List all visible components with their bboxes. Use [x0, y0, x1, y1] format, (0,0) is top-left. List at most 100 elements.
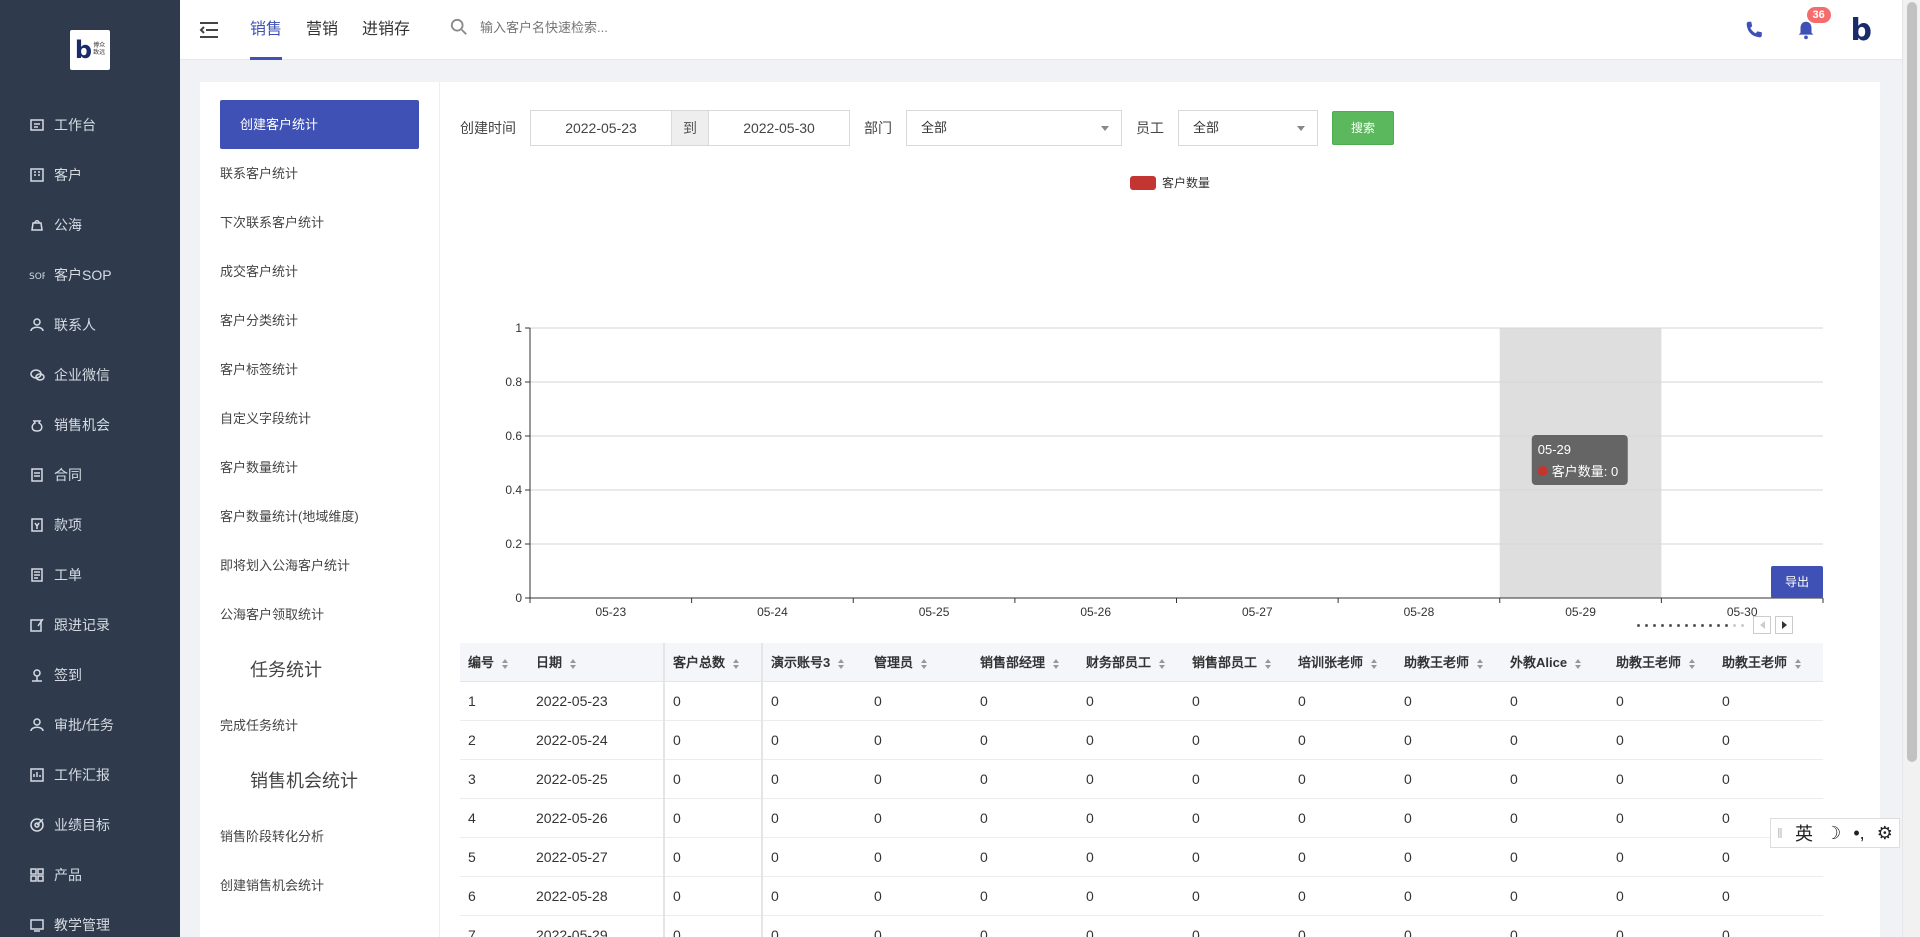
column-header[interactable]: 培训张老师	[1290, 643, 1396, 682]
subnav-item-3[interactable]: 下次联系客户统计	[200, 198, 439, 247]
customer-count-chart[interactable]: 0 0.2 0.4 0.6 0.8 1 05-23 05-24 05-25 05-26 05-27 0…	[460, 182, 1860, 642]
main-panel: 创建客户统计 联系客户统计 下次联系客户统计 成交客户统计 客户分类统计 客户标签统计 自定…	[200, 82, 1880, 937]
page-scrollbar[interactable]	[1902, 0, 1920, 937]
sort-icon[interactable]	[1371, 658, 1378, 669]
column-header[interactable]: 销售部经理	[972, 643, 1078, 682]
dept-select[interactable]: 全部	[906, 110, 1122, 146]
sort-icon[interactable]	[1159, 658, 1166, 669]
subnav-item-2[interactable]: 联系客户统计	[200, 149, 439, 198]
sidebar-item-9[interactable]: 款项	[0, 500, 180, 550]
scrollbar-thumb[interactable]	[1907, 2, 1917, 762]
moon-icon[interactable]: ☽	[1825, 823, 1841, 844]
table-cell: 0	[762, 720, 866, 760]
column-header[interactable]: 演示账号3	[762, 643, 866, 682]
column-header[interactable]: 销售部员工	[1184, 643, 1290, 682]
user-avatar[interactable]: b	[1851, 13, 1872, 48]
sidebar-item-2[interactable]: 客户	[0, 150, 180, 200]
tab-sales[interactable]: 销售	[250, 0, 283, 60]
sidebar-item-12[interactable]: 签到	[0, 650, 180, 700]
column-header[interactable]: 助教王老师	[1714, 643, 1823, 682]
sort-icon[interactable]	[1477, 658, 1484, 669]
table-cell: 0	[1714, 681, 1823, 721]
table-cell: 0	[972, 915, 1078, 937]
phone-icon[interactable]	[1743, 19, 1765, 41]
sidebar-item-15[interactable]: 业绩目标	[0, 800, 180, 850]
sidebar-item-6[interactable]: 企业微信	[0, 350, 180, 400]
notification-button[interactable]: 36	[1795, 7, 1831, 41]
column-header[interactable]: 财务部员工	[1078, 643, 1184, 682]
sidebar-item-4[interactable]: SOP 客户SOP	[0, 250, 180, 300]
column-header[interactable]: 助教王老师	[1396, 643, 1502, 682]
sidebar-item-7[interactable]: 销售机会	[0, 400, 180, 450]
sort-icon[interactable]	[1795, 658, 1802, 669]
column-header[interactable]: 外教Alice	[1502, 643, 1608, 682]
customer-search-input[interactable]	[480, 19, 740, 35]
scroll-dot	[1685, 623, 1688, 627]
sort-icon[interactable]	[921, 658, 928, 669]
sort-icon[interactable]	[838, 658, 845, 669]
subnav-group-sales: 销售机会统计	[250, 771, 358, 791]
column-header-label: 财务部员工	[1086, 655, 1152, 671]
column-header[interactable]: 日期	[528, 643, 665, 682]
subnav-item-4[interactable]: 成交客户统计	[200, 247, 439, 296]
column-header[interactable]: 助教王老师	[1608, 643, 1714, 682]
y-tick-label: 0.8	[505, 375, 522, 389]
sidebar-item-8[interactable]: 合同	[0, 450, 180, 500]
date-to-input[interactable]: 2022-05-30	[709, 111, 849, 145]
sidebar-item-16[interactable]: 产品	[0, 850, 180, 900]
tab-marketing[interactable]: 营销	[306, 0, 338, 60]
chevron-right-icon	[1781, 621, 1787, 629]
subnav-sales-item-1[interactable]: 销售阶段转化分析	[200, 812, 439, 861]
sort-icon[interactable]	[1689, 658, 1696, 669]
export-button[interactable]: 导出	[1771, 566, 1823, 598]
sort-icon[interactable]	[1053, 658, 1060, 669]
subnav-item-6[interactable]: 客户标签统计	[200, 345, 439, 394]
subnav-item-9[interactable]: 客户数量统计(地域维度)	[200, 492, 439, 541]
subnav-item-11[interactable]: 公海客户领取统计	[200, 590, 439, 639]
gear-icon[interactable]: ⚙	[1877, 823, 1893, 844]
table-cell: 0	[1608, 915, 1714, 937]
subnav-item-10[interactable]: 即将划入公海客户统计	[200, 541, 439, 590]
staff-select[interactable]: 全部	[1178, 110, 1318, 146]
sidebar-item-11[interactable]: 跟进记录	[0, 600, 180, 650]
sidebar-item-label: 产品	[54, 867, 82, 883]
subnav-item-8[interactable]: 客户数量统计	[200, 443, 439, 492]
subnav-item-5[interactable]: 客户分类统计	[200, 296, 439, 345]
column-header[interactable]: 编号	[460, 643, 528, 682]
date-from-input[interactable]: 2022-05-23	[531, 111, 671, 145]
sort-icon[interactable]	[1265, 658, 1272, 669]
subnav-sales-item-2[interactable]: 创建销售机会统计	[200, 861, 439, 910]
sidebar-item-label: 审批/任务	[54, 717, 114, 733]
table-cell: 0	[1184, 681, 1290, 721]
sort-icon[interactable]	[570, 658, 577, 669]
sidebar-item-10[interactable]: 工单	[0, 550, 180, 600]
tab-inventory[interactable]: 进销存	[362, 0, 410, 60]
sidebar-item-1[interactable]: 工作台	[0, 100, 180, 150]
subnav-task-item-1[interactable]: 完成任务统计	[200, 701, 439, 750]
sidebar-item-3[interactable]: 公海	[0, 200, 180, 250]
sidebar-item-14[interactable]: 工作汇报	[0, 750, 180, 800]
x-tick-label: 05-23	[595, 605, 626, 619]
scroll-right-button[interactable]	[1775, 616, 1793, 634]
menu-collapse-icon[interactable]	[198, 20, 220, 40]
staff-select-value: 全部	[1193, 120, 1220, 135]
punctuation-icon[interactable]: •,	[1853, 823, 1864, 844]
sidebar-item-17[interactable]: 教学管理	[0, 900, 180, 937]
sidebar-item-5[interactable]: 联系人	[0, 300, 180, 350]
scroll-left-button[interactable]	[1753, 616, 1771, 634]
y-tick-label: 0	[515, 591, 522, 605]
app-logo[interactable]: b 博众 致远	[70, 30, 110, 70]
ime-drag-handle[interactable]: ‖	[1777, 825, 1783, 841]
subnav-item-1[interactable]: 创建客户统计	[220, 100, 419, 149]
table-cell: 0	[1078, 798, 1184, 838]
sort-icon[interactable]	[1575, 658, 1582, 669]
sidebar-item-13[interactable]: 审批/任务	[0, 700, 180, 750]
search-button[interactable]: 搜索	[1332, 111, 1395, 145]
ime-lang-toggle[interactable]: 英	[1795, 820, 1813, 846]
table-cell: 0	[1502, 681, 1608, 721]
column-header[interactable]: 客户总数	[664, 643, 763, 682]
sort-icon[interactable]	[502, 658, 509, 669]
sort-icon[interactable]	[733, 658, 740, 669]
subnav-item-7[interactable]: 自定义字段统计	[200, 394, 439, 443]
column-header[interactable]: 管理员	[866, 643, 972, 682]
